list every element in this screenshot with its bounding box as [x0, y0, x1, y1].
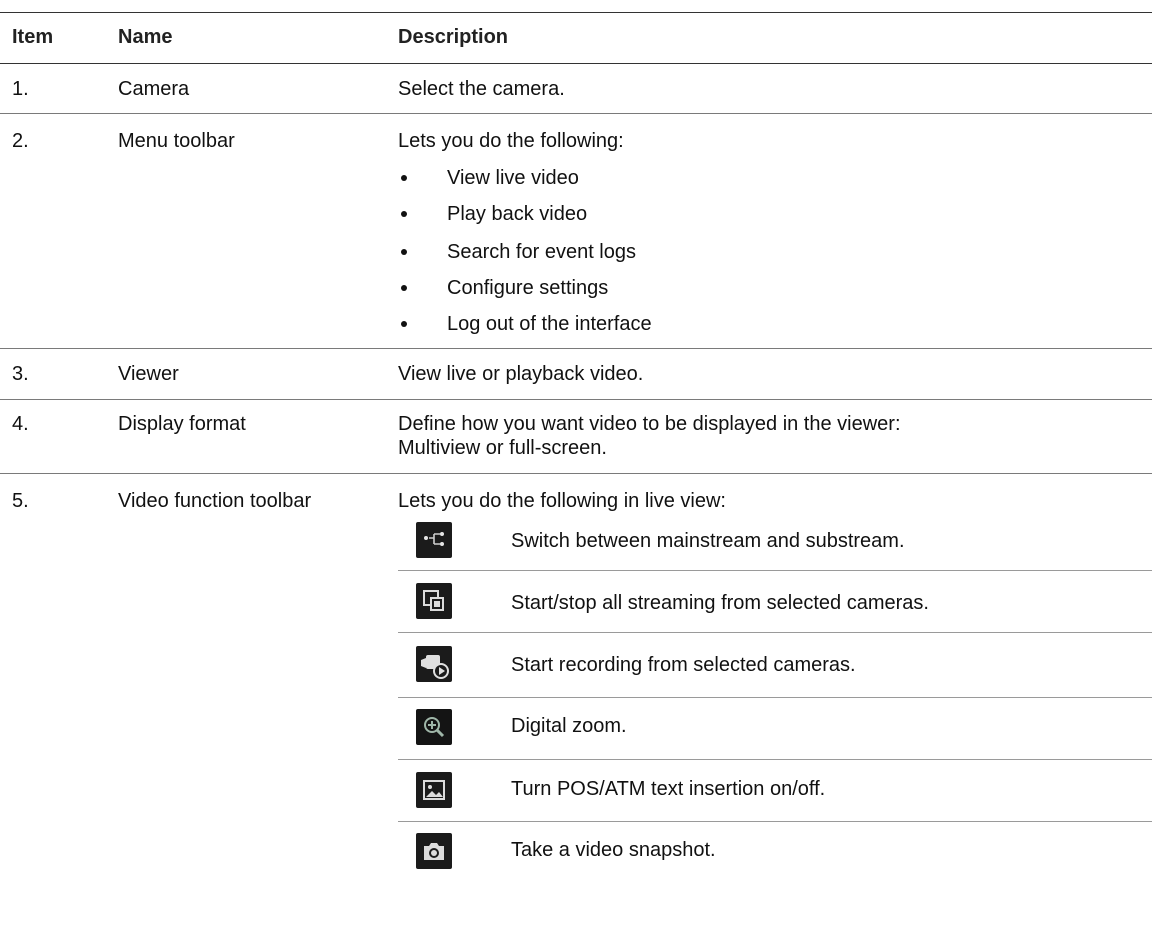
stream-switch-icon	[416, 522, 452, 558]
bullet-dot	[401, 175, 407, 181]
row-rule	[0, 399, 1152, 400]
function-rule	[398, 759, 1152, 760]
row-4-description: Define how you want video to be displaye…	[398, 413, 901, 435]
header-name: Name	[118, 26, 173, 48]
row-2-item: 2.	[12, 130, 29, 152]
function-text: Start recording from selected cameras.	[511, 654, 856, 676]
function-text: Start/stop all streaming from selected c…	[511, 592, 929, 614]
row-rule	[0, 348, 1152, 349]
function-text: Switch between mainstream and substream.	[511, 530, 905, 552]
row-5-name: Video function toolbar	[118, 490, 312, 512]
bullet-dot	[401, 211, 407, 217]
row-1-item: 1.	[12, 78, 29, 100]
row-3-name: Viewer	[118, 363, 179, 385]
bullet-text: Play back video	[447, 203, 588, 225]
row-3-item: 3.	[12, 363, 29, 385]
row-1-name: Camera	[118, 78, 190, 100]
bullet-dot	[401, 285, 407, 291]
row-rule	[0, 113, 1152, 114]
snapshot-camera-icon	[416, 833, 452, 869]
function-rule	[398, 570, 1152, 571]
header-item: Item	[12, 26, 54, 48]
row-5-description: Lets you do the following in live view:	[398, 490, 726, 512]
row-2-description: Lets you do the following:	[398, 130, 624, 152]
bullet-dot	[401, 249, 407, 255]
function-text: Digital zoom.	[511, 715, 627, 737]
row-4-description-line2: Multiview or full-screen.	[398, 437, 607, 459]
function-text: Take a video snapshot.	[511, 839, 716, 861]
bullet-dot	[401, 321, 407, 327]
bullet-text: Search for event logs	[447, 241, 636, 263]
function-rule	[398, 632, 1152, 633]
bullet-text: View live video	[447, 167, 579, 189]
record-camera-icon	[416, 646, 452, 682]
row-4-item: 4.	[12, 413, 29, 435]
row-1-description: Select the camera.	[398, 78, 565, 100]
row-5-item: 5.	[12, 490, 29, 512]
image-insertion-icon	[416, 772, 452, 808]
row-2-name: Menu toolbar	[118, 130, 235, 152]
function-rule	[398, 697, 1152, 698]
bullet-text: Log out of the interface	[447, 313, 652, 335]
table-top-rule	[0, 12, 1152, 13]
row-4-name: Display format	[118, 413, 246, 435]
function-rule	[398, 821, 1152, 822]
header-description: Description	[398, 26, 509, 48]
row-rule	[0, 473, 1152, 474]
row-3-description: View live or playback video.	[398, 363, 644, 385]
start-stop-streaming-icon	[416, 583, 452, 619]
bullet-text: Configure settings	[447, 277, 609, 299]
function-text: Turn POS/ATM text insertion on/off.	[511, 778, 826, 800]
digital-zoom-icon	[416, 709, 452, 745]
header-rule	[0, 63, 1152, 64]
